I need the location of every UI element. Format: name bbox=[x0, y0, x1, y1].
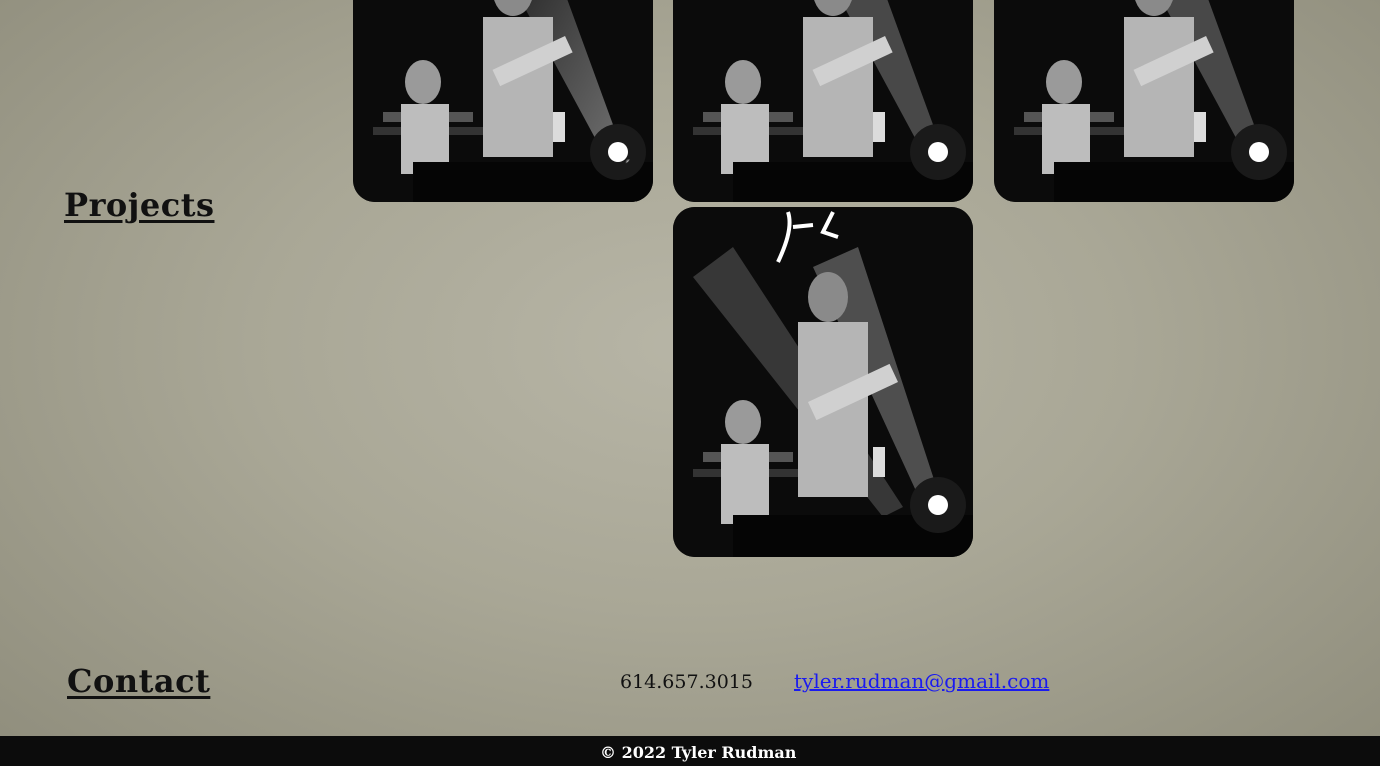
project-photo-4[interactable] bbox=[673, 207, 973, 557]
concert-image bbox=[994, 0, 1294, 202]
contact-heading[interactable]: Contact bbox=[67, 662, 210, 700]
project-photo-3[interactable] bbox=[994, 0, 1294, 202]
project-photo-1[interactable] bbox=[353, 0, 653, 202]
concert-image bbox=[673, 0, 973, 202]
copyright-text: © 2022 Tyler Rudman bbox=[600, 743, 797, 762]
project-photo-2[interactable] bbox=[673, 0, 973, 202]
projects-heading[interactable]: Projects bbox=[64, 186, 214, 224]
concert-image bbox=[353, 0, 653, 202]
email-link[interactable]: tyler.rudman@gmail.com bbox=[794, 669, 1049, 693]
footer: © 2022 Tyler Rudman bbox=[0, 736, 1380, 766]
phone-number: 614.657.3015 bbox=[620, 671, 753, 693]
concert-image bbox=[673, 207, 973, 557]
